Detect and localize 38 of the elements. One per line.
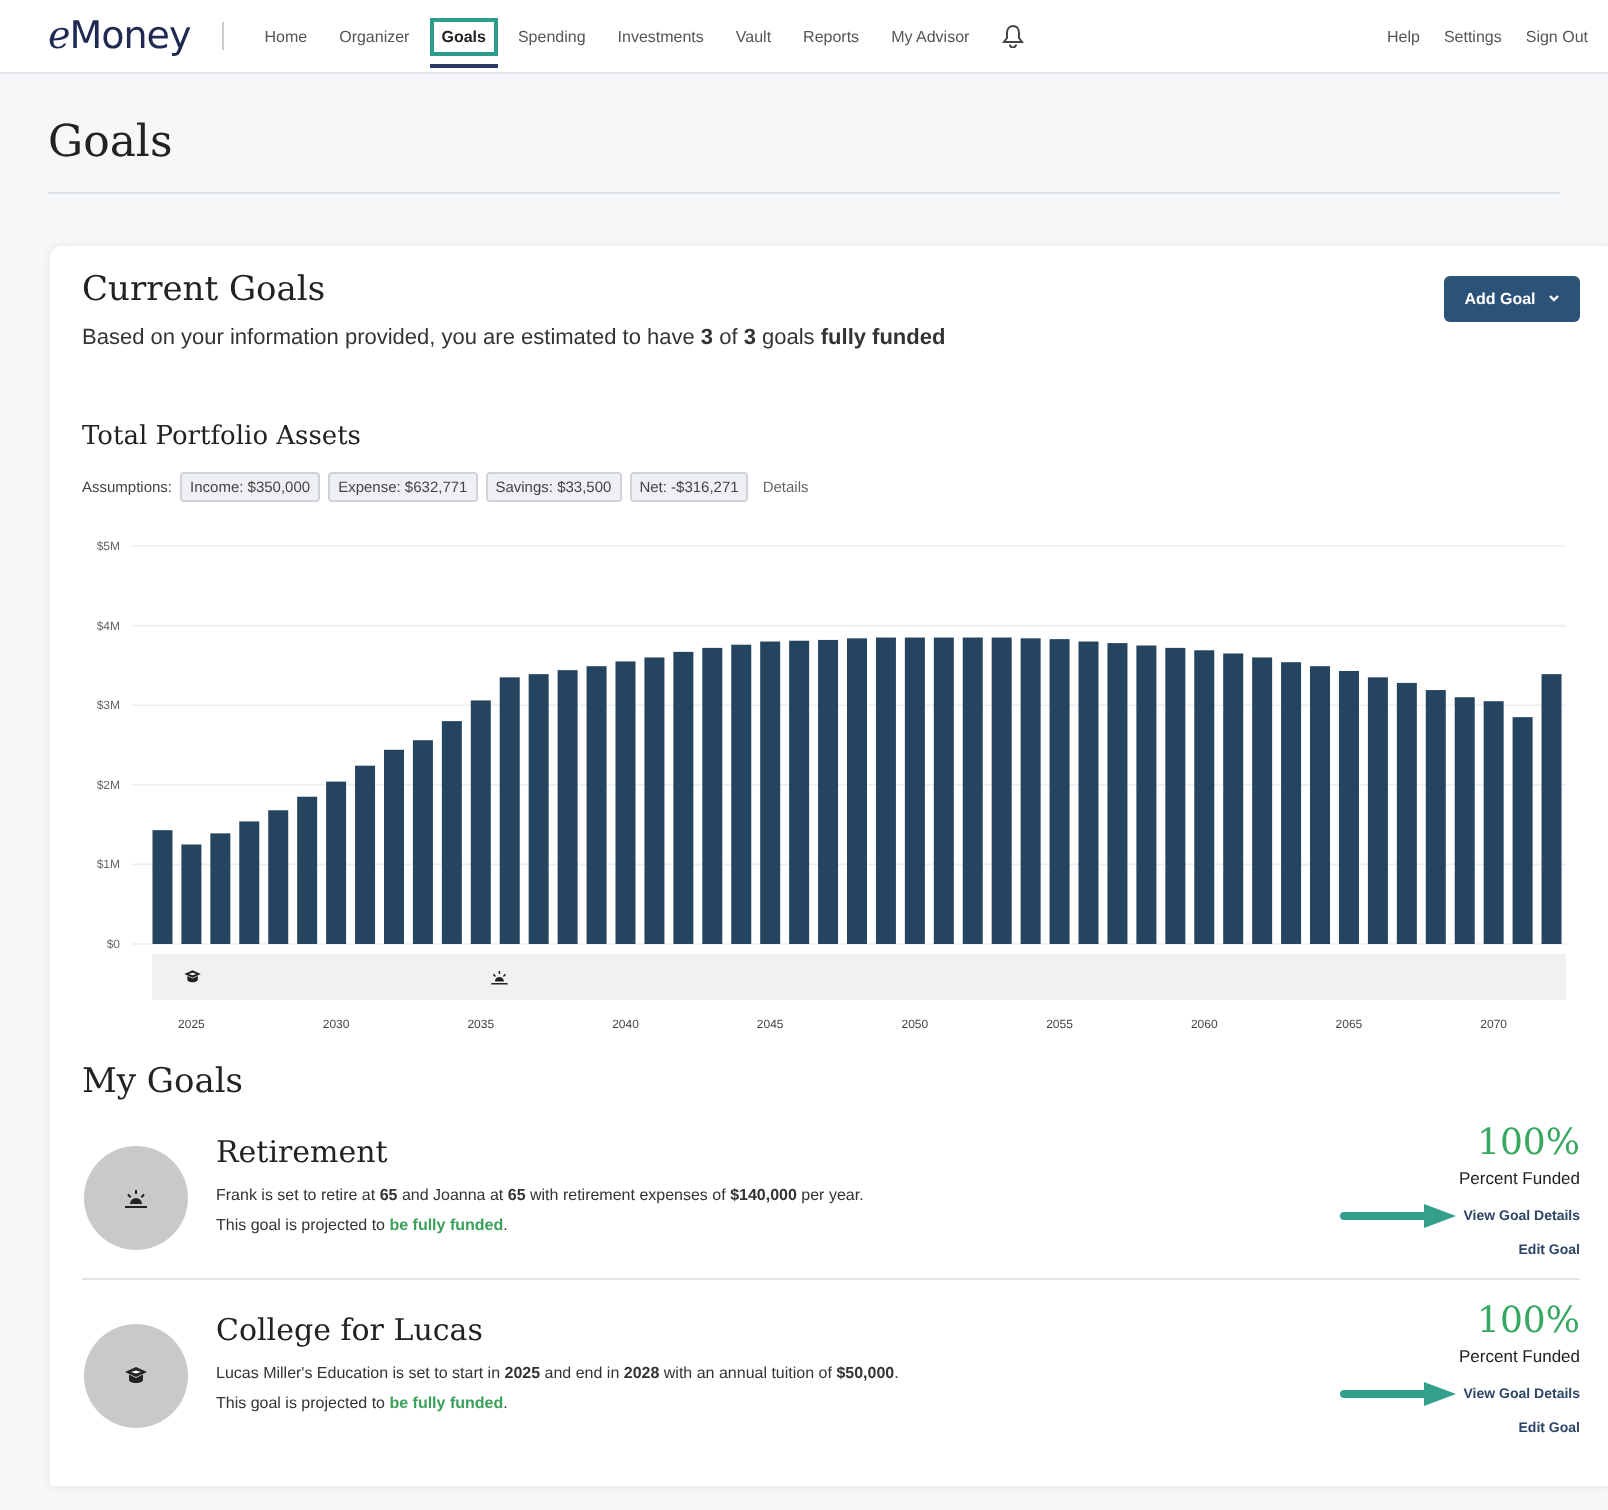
bar: [239, 821, 260, 944]
chart-title: Total Portfolio Assets: [82, 422, 363, 452]
sunrise-icon: [124, 1186, 148, 1210]
bar: [181, 844, 202, 944]
nav-link[interactable]: Settings: [1443, 27, 1502, 45]
emoney-logo[interactable]: eMoney: [48, 14, 191, 58]
nav-tab[interactable]: Reports: [791, 5, 872, 67]
percent-funded: 100%: [1477, 1122, 1580, 1164]
goal-title: College for Lucas: [216, 1312, 485, 1348]
graduation-cap-icon: [184, 970, 201, 983]
section-title: My Goals: [82, 1062, 246, 1102]
nav-link[interactable]: Help: [1387, 27, 1420, 45]
graduation-cap-icon: [124, 1364, 148, 1388]
percent-funded: 100%: [1477, 1300, 1580, 1342]
section-title: Current Goals: [82, 270, 328, 310]
nav-tab[interactable]: Spending: [505, 5, 598, 67]
sunrise-icon: [491, 971, 508, 985]
goal-description: Lucas Miller's Education is set to start in 2025 and end in 2028 with an annual tuition of $50,000.: [216, 1364, 901, 1382]
bell-icon[interactable]: [1001, 24, 1024, 48]
add-goal-button[interactable]: Add Goal: [1444, 276, 1580, 322]
caret-icon: [1548, 294, 1560, 304]
nav-tab[interactable]: Investments: [605, 5, 716, 67]
goal-status: This goal is projected to be fully funded.: [216, 1394, 510, 1412]
bar: [268, 810, 289, 944]
page-title: Goals: [48, 118, 175, 168]
nav-link[interactable]: Sign Out: [1525, 27, 1588, 45]
nav-tab[interactable]: Home: [252, 5, 320, 67]
goal-description: Frank is set to retire at 65 and Joanna at 65 with retirement expenses of $140,000 per year.: [216, 1186, 866, 1204]
summary-text: Based on your information provided, you are estimated to have 3 of 3 goals fully funded: [82, 326, 946, 350]
bar: [152, 830, 173, 944]
bar: [210, 833, 231, 944]
goal-status: This goal is projected to be fully funded.: [216, 1216, 510, 1234]
nav-tab[interactable]: Organizer: [327, 5, 422, 67]
nav-tab[interactable]: My Advisor: [879, 5, 982, 67]
goal-title: Retirement: [216, 1134, 390, 1170]
percent-funded-label: Percent Funded: [1459, 1168, 1580, 1188]
percent-funded-label: Percent Funded: [1459, 1346, 1580, 1366]
nav-tab[interactable]: Vault: [723, 5, 784, 67]
